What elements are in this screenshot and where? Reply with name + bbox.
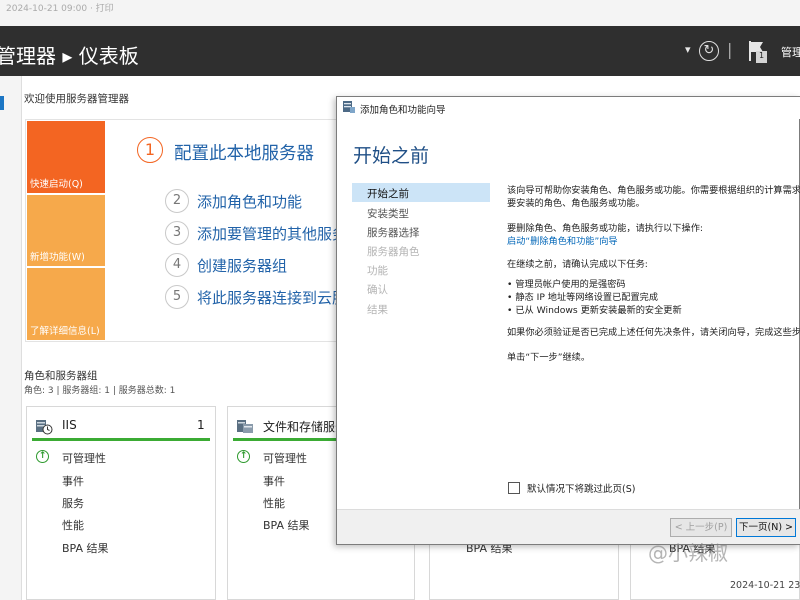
status-rule [32, 438, 210, 441]
flag-icon [749, 41, 767, 63]
status-rule [233, 438, 343, 441]
remove-roles-wizard-link[interactable]: 启动“删除角色和功能”向导 [507, 233, 618, 247]
next-button[interactable]: 下一页(N) > [736, 518, 796, 537]
wizard-bullet-1: • 管理员帐户使用的是强密码 [507, 279, 626, 290]
step-5-number: 5 [165, 285, 189, 309]
skip-page-checkbox[interactable] [508, 482, 520, 494]
step-3-number: 3 [165, 221, 189, 245]
wizard-title: 添加角色和功能向导 [360, 105, 446, 116]
notification-badge: 1 [759, 51, 765, 60]
wizard-nav-server-roles: 服务器角色 [367, 246, 420, 258]
header-divider: | [727, 40, 733, 59]
iis-server-icon [36, 420, 53, 435]
role-card-iis[interactable]: IIS 1 ↑ 可管理性 事件 服务 性能 BPA 结果 [26, 406, 216, 600]
card-item-manageability[interactable]: 可管理性 [263, 450, 307, 466]
add-roles-features-link[interactable]: 添加角色和功能 [197, 191, 302, 212]
left-navigation-pane [0, 76, 22, 600]
manage-menu[interactable]: 管理 [781, 44, 800, 60]
step-4-number: 4 [165, 253, 189, 277]
refresh-glyph: ↻ [703, 43, 715, 58]
skip-page-label: 默认情况下将跳过此页(S) [527, 484, 636, 495]
card-count: 1 [197, 418, 205, 432]
previous-button[interactable]: < 上一步(P) [670, 518, 732, 537]
wizard-bullet-2: • 静态 IP 地址等网络设置已配置完成 [507, 292, 659, 303]
wizard-confirm-tasks: 在继续之前，请确认完成以下任务: [507, 259, 648, 270]
status-ok-icon: ↑ [36, 450, 49, 463]
refresh-icon[interactable]: ↻ [699, 41, 719, 61]
quick-start-tile[interactable]: 快速启动(Q) [27, 121, 105, 193]
file-storage-icon [237, 420, 253, 433]
card-item-events[interactable]: 事件 [263, 473, 285, 489]
dropdown-icon[interactable]: ▾ [685, 43, 691, 56]
card-title: IIS [62, 418, 77, 432]
wizard-remove-instructions: 要删除角色、角色服务或功能，请执行以下操作: [507, 223, 704, 234]
card-item-manageability[interactable]: 可管理性 [62, 450, 106, 466]
timestamp: 2024-10-21 23: [730, 580, 800, 591]
card-title: 文件和存储服务 [263, 420, 348, 434]
card-item-performance[interactable]: 性能 [263, 495, 285, 511]
step-1-number: 1 [137, 137, 163, 163]
wizard-intro-line-2: 要安装的角色、角色服务或功能。 [507, 198, 645, 209]
wizard-bullet-3: • 已从 Windows 更新安装最新的安全更新 [507, 305, 682, 316]
wizard-prerequisite-note: 如果你必须验证是否已完成上述任何先决条件，请关闭向导，完成这些步骤，然后 [507, 327, 800, 338]
wizard-nav-results: 结果 [367, 304, 388, 316]
window-top-strip: 2024-10-21 09:00 · 打印 [0, 0, 800, 26]
wizard-continue-note: 单击“下一步”继续。 [507, 352, 591, 363]
wizard-app-icon [343, 101, 355, 113]
card-item-performance[interactable]: 性能 [62, 517, 84, 533]
left-pane-selection-marker [0, 96, 4, 110]
card-item-services[interactable]: 服务 [62, 495, 84, 511]
roles-counts: 角色: 3 | 服务器组: 1 | 服务器总数: 1 [24, 386, 176, 396]
watermark-text: @小辣椒 [648, 541, 728, 565]
step-2-number: 2 [165, 189, 189, 213]
card-item-bpa[interactable]: BPA 结果 [263, 517, 310, 533]
configure-local-server-link[interactable]: 配置此本地服务器 [174, 140, 314, 165]
whats-new-tile[interactable]: 新增功能(W) [27, 195, 105, 266]
quick-start-label: 快速启动(Q) [30, 179, 83, 190]
wizard-nav-features: 功能 [367, 265, 388, 277]
create-server-group-link[interactable]: 创建服务器组 [197, 255, 287, 276]
wizard-nav-server-selection[interactable]: 服务器选择 [367, 225, 420, 240]
roles-section-title: 角色和服务器组 [24, 370, 98, 382]
wizard-nav-confirmation: 确认 [367, 284, 388, 296]
wizard-heading: 开始之前 [353, 145, 430, 167]
card-item-bpa[interactable]: BPA 结果 [62, 540, 109, 556]
notification-flag-icon[interactable]: 1 [747, 39, 769, 65]
card-item-events[interactable]: 事件 [62, 473, 84, 489]
learn-more-tile[interactable]: 了解详细信息(L) [27, 268, 105, 340]
bullet-text: 已从 Windows 更新安装最新的安全更新 [515, 305, 682, 316]
wizard-intro-line-1: 该向导可帮助你安装角色、角色服务或功能。你需要根据组织的计算需求(例如 [507, 185, 800, 196]
wizard-nav-installation-type[interactable]: 安装类型 [367, 206, 409, 221]
learn-more-label: 了解详细信息(L) [30, 326, 100, 337]
welcome-title: 欢迎使用服务器管理器 [24, 93, 129, 105]
wizard-nav-before-you-begin[interactable]: 开始之前 [367, 186, 409, 201]
status-ok-icon: ↑ [237, 450, 250, 463]
top-strip-text: 2024-10-21 09:00 · 打印 [6, 4, 114, 14]
whats-new-label: 新增功能(W) [30, 252, 85, 263]
page-title: 管理器 ▸ 仪表板 [0, 44, 139, 68]
